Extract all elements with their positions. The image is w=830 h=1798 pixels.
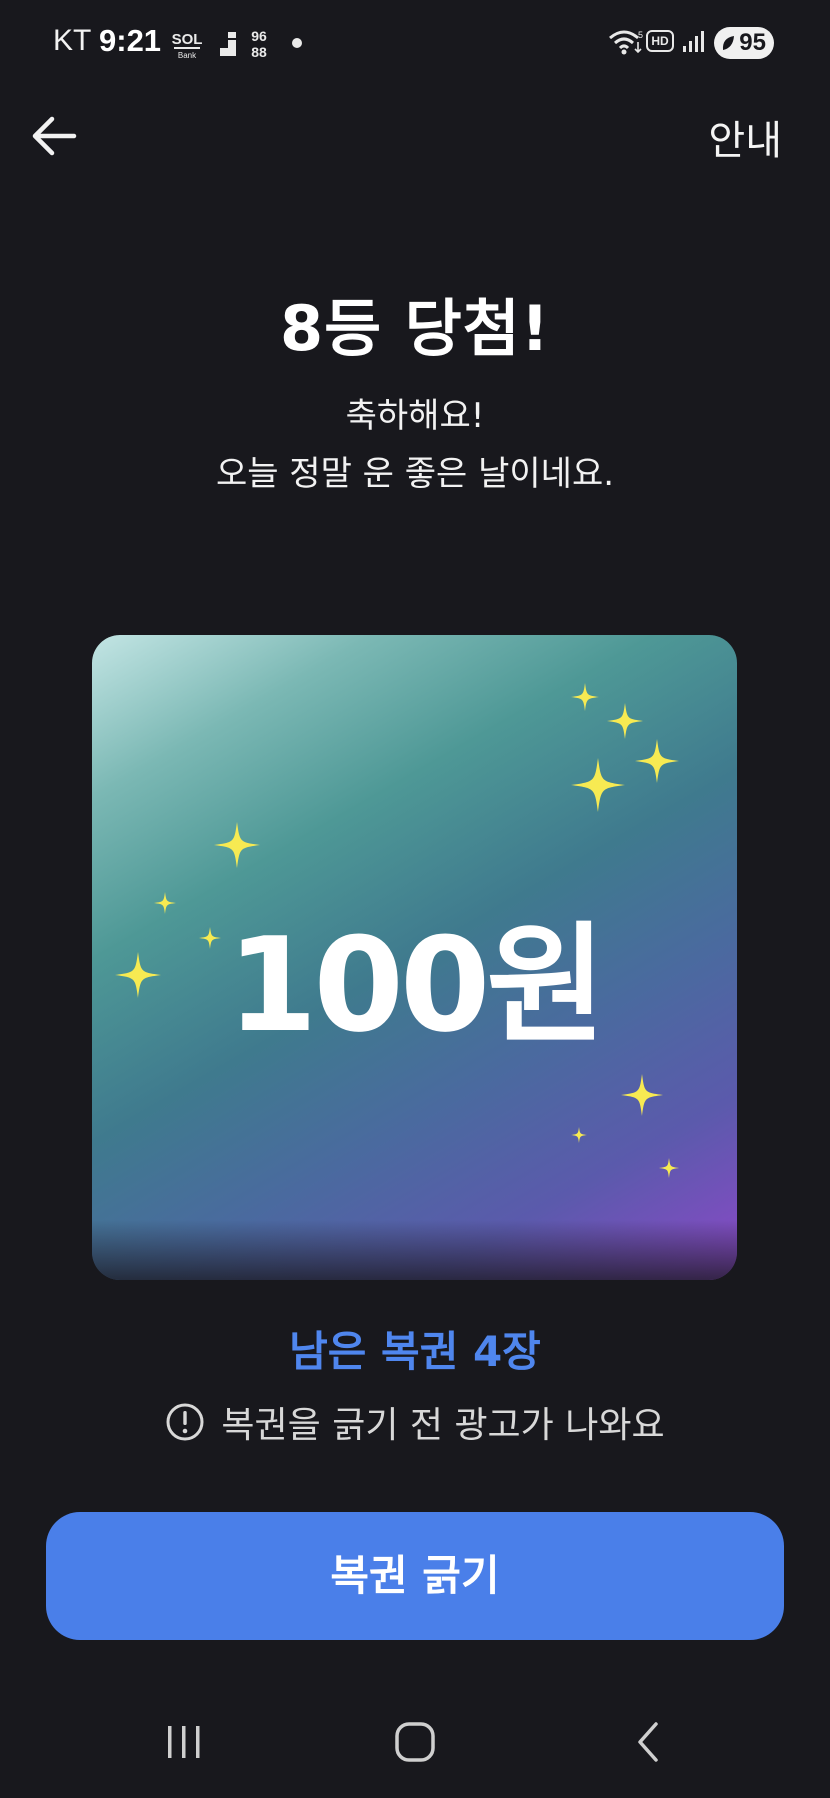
status-bar: KT 9:21 SOL Bank 96 88 5 HD 95 xyxy=(0,0,830,84)
battery-leaf-icon xyxy=(722,36,734,50)
sparkle-icon xyxy=(635,739,679,783)
recents-icon[interactable] xyxy=(154,1714,214,1770)
more-notifications-dot xyxy=(292,38,302,48)
back-arrow-icon[interactable] xyxy=(26,106,86,166)
sparkle-icon xyxy=(607,703,643,739)
sparkle-icon xyxy=(571,683,599,711)
ad-notice-text: 복권을 긁기 전 광고가 나와요 xyxy=(221,1405,665,1446)
prize-amount: 100원 xyxy=(227,909,606,1061)
signal-icon xyxy=(683,31,704,52)
lucky-day-message: 오늘 정말 운 좋은 날이네요. xyxy=(215,454,615,494)
remaining-tickets: 남은 복권 4장 xyxy=(289,1327,541,1376)
sparkle-icon xyxy=(571,1127,587,1143)
svg-text:96: 96 xyxy=(251,28,267,44)
sparkle-icon xyxy=(571,758,625,812)
battery-indicator: 95 xyxy=(714,27,774,59)
guide-link[interactable]: 안내 xyxy=(708,108,782,166)
prize-card: 100원 xyxy=(92,635,737,1280)
hd-voice-icon: HD xyxy=(646,30,674,52)
ad-notice: 복권을 긁기 전 광고가 나와요 xyxy=(0,1398,830,1446)
exclamation-circle-icon xyxy=(166,1403,204,1441)
svg-text:5: 5 xyxy=(638,30,643,40)
sparkle-icon xyxy=(659,1158,679,1178)
sol-bank-icon: SOL Bank xyxy=(172,31,203,60)
stairs-app-icon xyxy=(212,32,236,56)
home-icon[interactable] xyxy=(385,1714,445,1770)
app-notification-icon: 96 88 xyxy=(251,28,267,60)
sparkle-icon xyxy=(621,1074,663,1116)
carrier-label: KT xyxy=(53,24,92,57)
svg-text:SOL: SOL xyxy=(172,31,203,48)
svg-text:Bank: Bank xyxy=(178,51,197,60)
congrats-message: 축하해요! xyxy=(345,396,485,436)
system-nav-bar xyxy=(0,1700,830,1780)
battery-level: 95 xyxy=(739,29,766,56)
nav-back-icon[interactable] xyxy=(618,1714,678,1770)
result-title: 8등 당첨! xyxy=(279,292,551,365)
wifi-icon: 5 xyxy=(609,30,643,55)
scratch-ticket-button[interactable]: 복권 긁기 xyxy=(46,1512,784,1640)
clock: 9:21 xyxy=(99,23,162,58)
sparkle-icon xyxy=(214,822,260,868)
svg-text:88: 88 xyxy=(251,44,267,60)
